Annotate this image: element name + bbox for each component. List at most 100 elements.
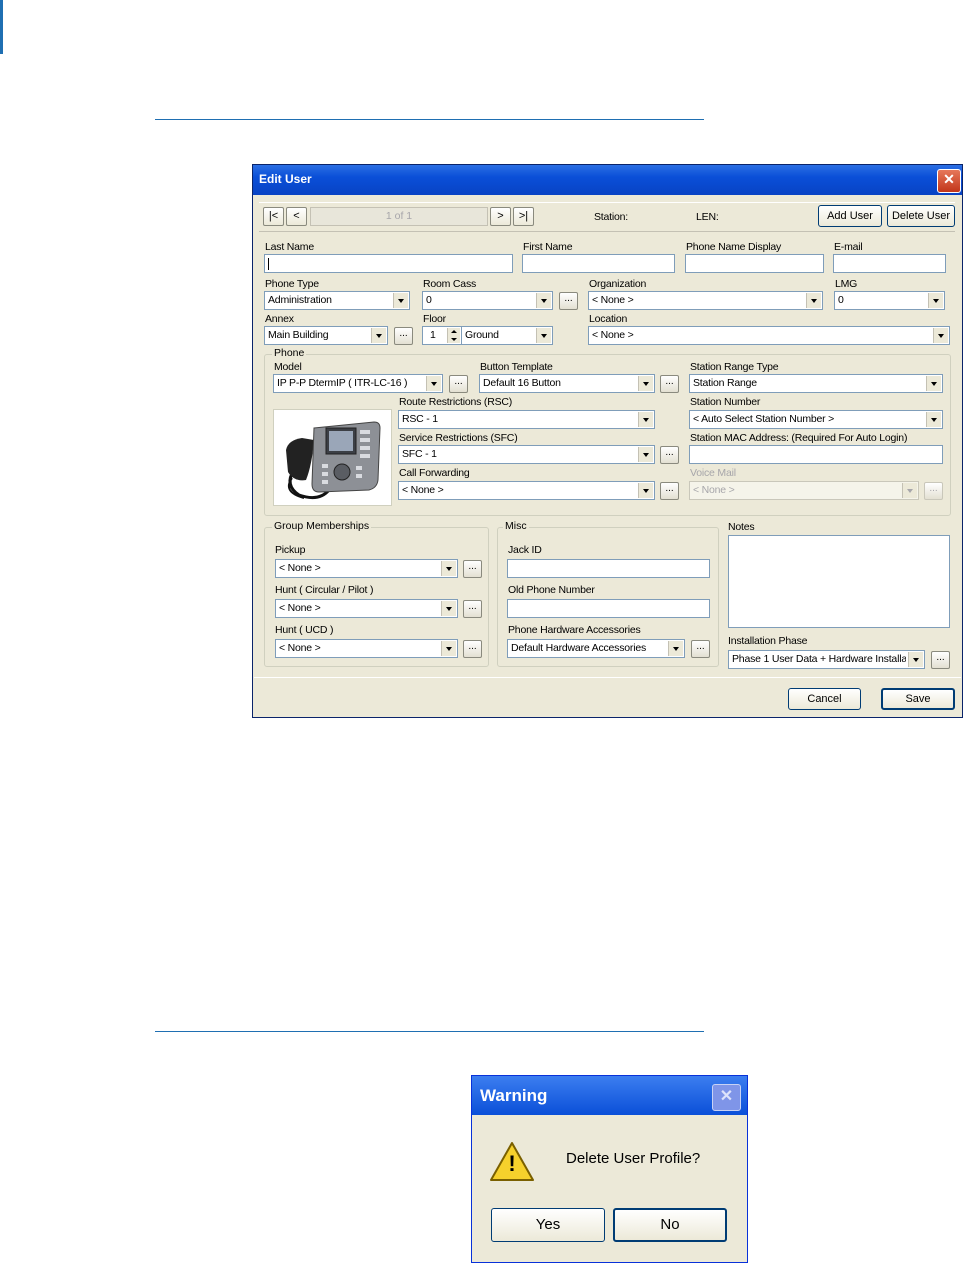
- text-cursor: [268, 258, 269, 270]
- station-range-type-select[interactable]: Station Range: [689, 374, 943, 393]
- footer-divider: [254, 677, 961, 678]
- call-forwarding-select[interactable]: < None >: [398, 481, 655, 500]
- hardware-accessories-select[interactable]: Default Hardware Accessories: [507, 639, 685, 658]
- floor-number-spinner[interactable]: 1: [422, 326, 462, 345]
- pickup-label: Pickup: [275, 544, 306, 556]
- chevron-down-icon: [638, 483, 653, 498]
- hunt-ucd-select[interactable]: < None >: [275, 639, 458, 658]
- call-forwarding-label: Call Forwarding: [399, 467, 470, 479]
- model-value: IP P-P DtermIP ( ITR-LC-16 ): [277, 377, 408, 389]
- email-label: E-mail: [834, 241, 863, 253]
- floor-name-select[interactable]: Ground: [461, 326, 553, 345]
- chevron-down-icon: [536, 328, 551, 343]
- model-select[interactable]: IP P-P DtermIP ( ITR-LC-16 ): [273, 374, 443, 393]
- model-more-button[interactable]: ...: [449, 375, 468, 393]
- phone-name-display-field[interactable]: [685, 254, 824, 273]
- hardware-accessories-more-button[interactable]: ...: [691, 640, 710, 658]
- notes-textarea[interactable]: [728, 535, 950, 628]
- warning-message: Delete User Profile?: [566, 1150, 701, 1167]
- location-select[interactable]: < None >: [588, 326, 950, 345]
- installation-phase-select[interactable]: Phase 1 User Data + Hardware Installa: [728, 650, 925, 669]
- save-button[interactable]: Save: [881, 688, 955, 710]
- phone-type-label: Phone Type: [265, 278, 319, 290]
- first-name-field[interactable]: [522, 254, 675, 273]
- button-template-more-button[interactable]: ...: [660, 375, 679, 393]
- warning-title-bar: Warning ✕: [472, 1076, 747, 1115]
- hunt-circular-select[interactable]: < None >: [275, 599, 458, 618]
- room-class-label: Room Cass: [423, 278, 477, 290]
- station-number-label: Station Number: [690, 396, 761, 408]
- organization-label: Organization: [589, 278, 647, 290]
- first-record-button[interactable]: |<: [263, 207, 284, 226]
- old-phone-label: Old Phone Number: [508, 584, 595, 596]
- room-class-value: 0: [426, 294, 432, 306]
- warning-icon: !: [489, 1141, 535, 1183]
- annex-value: Main Building: [268, 329, 329, 341]
- button-template-value: Default 16 Button: [483, 377, 561, 389]
- station-mac-field[interactable]: [689, 445, 943, 464]
- station-number-select[interactable]: < Auto Select Station Number >: [689, 410, 943, 429]
- lmg-label: LMG: [835, 278, 858, 290]
- station-mac-label: Station MAC Address: (Required For Auto …: [690, 432, 908, 444]
- chevron-down-icon: [441, 601, 456, 616]
- hunt-ucd-value: < None >: [279, 642, 321, 654]
- title-bar: Edit User ✕: [253, 165, 962, 195]
- voice-mail-select[interactable]: < None >: [689, 481, 919, 500]
- annex-select[interactable]: Main Building: [264, 326, 388, 345]
- email-field[interactable]: [833, 254, 946, 273]
- last-record-button[interactable]: >|: [513, 207, 534, 226]
- chevron-down-icon: [638, 412, 653, 427]
- pickup-value: < None >: [279, 562, 321, 574]
- last-name-field[interactable]: [264, 254, 513, 273]
- station-range-type-label: Station Range Type: [690, 361, 779, 373]
- phone-type-select[interactable]: Administration: [264, 291, 410, 310]
- yes-button[interactable]: Yes: [491, 1208, 605, 1242]
- cancel-button[interactable]: Cancel: [788, 688, 861, 710]
- room-class-select[interactable]: 0: [422, 291, 553, 310]
- chevron-down-icon: [668, 641, 683, 656]
- route-restrictions-value: RSC - 1: [402, 413, 438, 425]
- station-label: Station:: [594, 211, 629, 223]
- section-rule-bottom: [155, 1031, 704, 1032]
- spinner-arrows-icon[interactable]: [447, 328, 460, 343]
- len-label: LEN:: [696, 211, 719, 223]
- page-margin-bar: [0, 0, 3, 54]
- group-memberships-title: Group Memberships: [272, 520, 372, 532]
- call-forwarding-more-button[interactable]: ...: [660, 482, 679, 500]
- hunt-circular-value: < None >: [279, 602, 321, 614]
- hunt-circular-more-button[interactable]: ...: [463, 600, 482, 618]
- organization-select[interactable]: < None >: [588, 291, 823, 310]
- misc-title: Misc: [503, 520, 529, 532]
- floor-label: Floor: [423, 313, 446, 325]
- last-name-label: Last Name: [265, 241, 314, 253]
- pickup-more-button[interactable]: ...: [463, 560, 482, 578]
- hunt-circular-label: Hunt ( Circular / Pilot ): [275, 584, 374, 596]
- delete-user-button[interactable]: Delete User: [887, 205, 955, 227]
- chevron-down-icon: [536, 293, 551, 308]
- chevron-down-icon: [933, 328, 948, 343]
- lmg-select[interactable]: 0: [834, 291, 945, 310]
- room-class-more-button[interactable]: ...: [559, 292, 578, 310]
- button-template-select[interactable]: Default 16 Button: [479, 374, 655, 393]
- chevron-down-icon: [926, 412, 941, 427]
- previous-record-button[interactable]: <: [286, 207, 307, 226]
- no-button[interactable]: No: [613, 1208, 727, 1242]
- station-range-type-value: Station Range: [693, 377, 757, 389]
- installation-phase-label: Installation Phase: [728, 635, 808, 647]
- service-restrictions-more-button[interactable]: ...: [660, 446, 679, 464]
- route-restrictions-select[interactable]: RSC - 1: [398, 410, 655, 429]
- voice-mail-more-button[interactable]: ...: [924, 482, 943, 500]
- pickup-select[interactable]: < None >: [275, 559, 458, 578]
- jack-id-field[interactable]: [507, 559, 710, 578]
- button-template-label: Button Template: [480, 361, 553, 373]
- annex-more-button[interactable]: ...: [394, 327, 413, 345]
- service-restrictions-select[interactable]: SFC - 1: [398, 445, 655, 464]
- next-record-button[interactable]: >: [490, 207, 511, 226]
- old-phone-field[interactable]: [507, 599, 710, 618]
- hunt-ucd-more-button[interactable]: ...: [463, 640, 482, 658]
- edit-user-window: Edit User ✕ |< < 1 of 1 > >| Station: LE…: [252, 164, 963, 718]
- close-icon[interactable]: ✕: [937, 169, 961, 193]
- close-icon[interactable]: ✕: [712, 1084, 741, 1111]
- installation-phase-more-button[interactable]: ...: [931, 651, 950, 669]
- add-user-button[interactable]: Add User: [818, 205, 882, 227]
